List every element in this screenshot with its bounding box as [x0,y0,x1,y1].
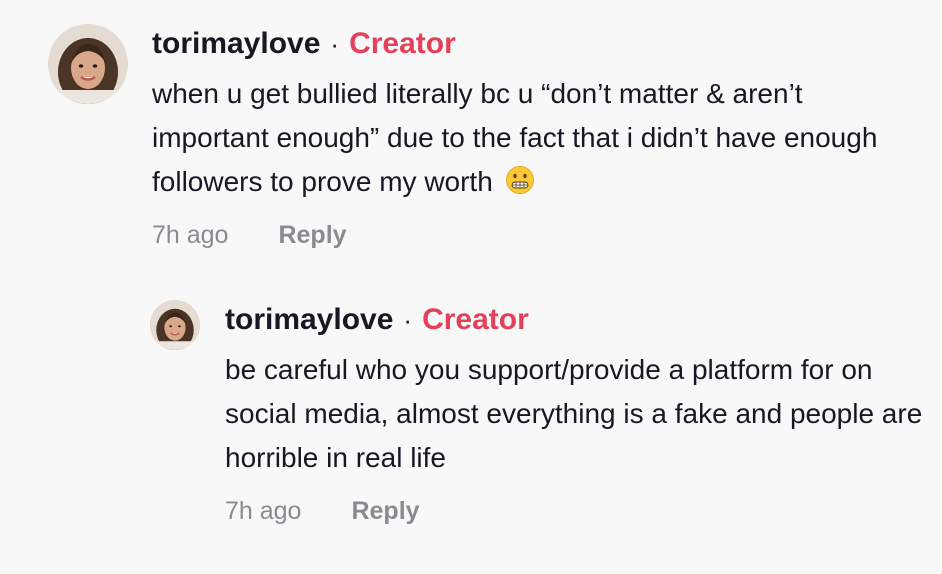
comment: torimaylove · Creator when u get bullied… [48,24,918,252]
comment-text-wrapper: when u get bullied literally bc u “don’t… [152,72,918,204]
username[interactable]: torimaylove [225,300,393,340]
avatar-image [48,24,128,104]
separator-dot: · [330,29,340,59]
avatar[interactable] [48,24,128,104]
timestamp: 7h ago [152,221,229,249]
avatar[interactable] [150,300,200,350]
reply-comment: torimaylove · Creator be careful who you… [150,300,930,528]
avatar-image [150,300,200,350]
comment-text: be careful who you support/provide a pla… [225,354,923,473]
creator-badge: Creator [349,27,456,60]
timestamp: 7h ago [225,497,302,525]
separator-dot: · [403,305,413,335]
reply-button[interactable]: Reply [351,494,419,528]
reply-button[interactable]: Reply [278,218,346,252]
username[interactable]: torimaylove [152,24,320,64]
grimacing-face-emoji-icon [505,164,535,194]
creator-badge: Creator [422,303,529,336]
